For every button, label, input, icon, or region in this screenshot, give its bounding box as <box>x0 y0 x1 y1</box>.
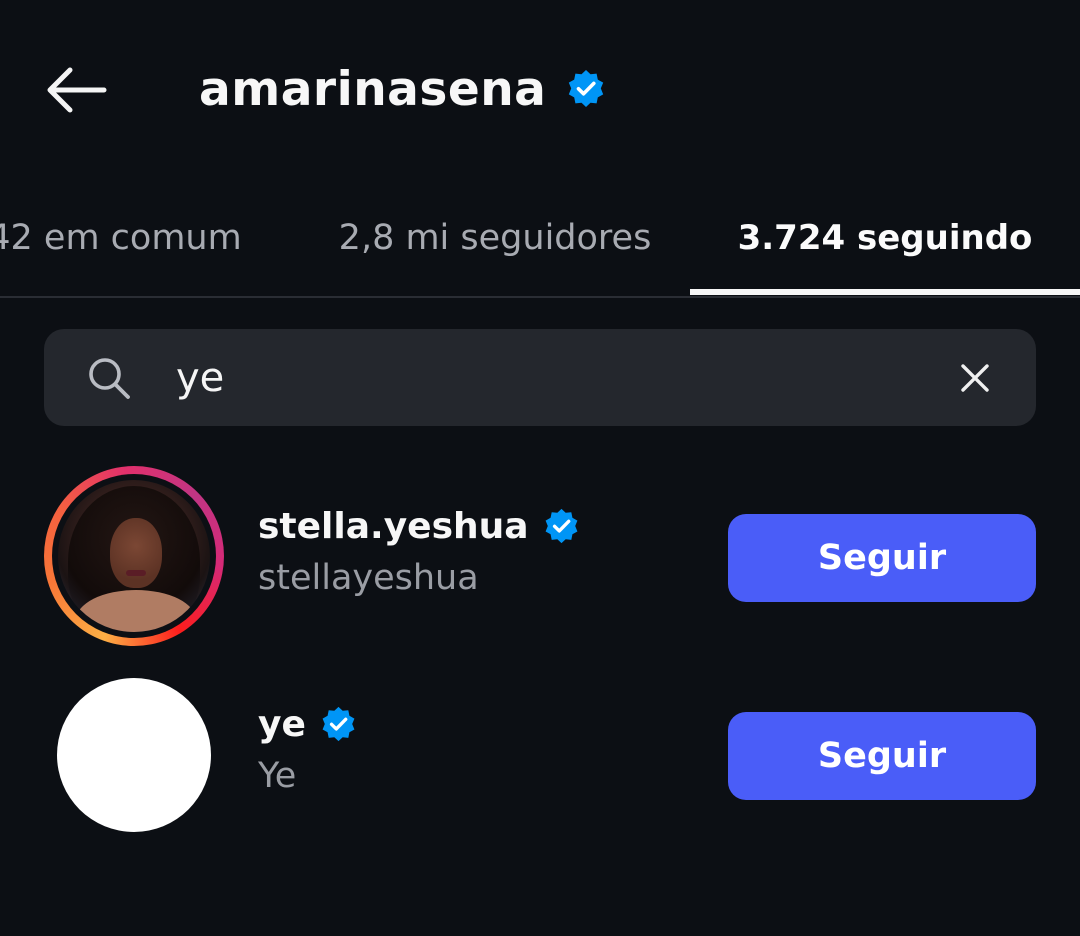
list-item[interactable]: ye Ye Seguir <box>0 662 1080 852</box>
story-ring[interactable] <box>44 466 224 646</box>
follow-button[interactable]: Seguir <box>728 514 1036 602</box>
arrow-left-icon <box>47 67 107 113</box>
clear-search-button[interactable] <box>952 355 998 401</box>
page-title: amarinasena <box>199 61 547 117</box>
verified-badge-icon <box>566 69 606 109</box>
tab-following[interactable]: 3.724 seguindo <box>690 180 1080 296</box>
username-line: stella.yeshua <box>258 506 580 547</box>
follow-button[interactable]: Seguir <box>728 712 1036 800</box>
back-button[interactable] <box>40 58 112 122</box>
search-icon <box>89 358 130 399</box>
avatar[interactable] <box>57 678 211 832</box>
avatar-face <box>110 518 162 588</box>
username[interactable]: stella.yeshua <box>258 506 529 547</box>
username-line: ye <box>258 704 357 745</box>
tab-mutual[interactable]: 42 em comum <box>0 180 290 296</box>
full-name: Ye <box>258 756 297 796</box>
list-item[interactable]: stella.yeshua stellayeshua Seguir <box>0 462 1080 652</box>
header: amarinasena <box>0 0 1080 180</box>
verified-badge-icon <box>543 508 580 545</box>
tab-followers[interactable]: 2,8 mi seguidores <box>300 180 690 296</box>
close-icon <box>961 364 989 392</box>
active-tab-indicator <box>690 289 1080 295</box>
full-name: stellayeshua <box>258 558 479 598</box>
username[interactable]: ye <box>258 704 306 745</box>
title-wrap: amarinasena <box>199 56 606 122</box>
avatar <box>58 480 210 632</box>
verified-badge-icon <box>320 706 357 743</box>
search-input[interactable] <box>176 346 916 410</box>
avatar-lips <box>126 570 146 576</box>
tabs: 42 em comum 2,8 mi seguidores 3.724 segu… <box>0 180 1080 298</box>
